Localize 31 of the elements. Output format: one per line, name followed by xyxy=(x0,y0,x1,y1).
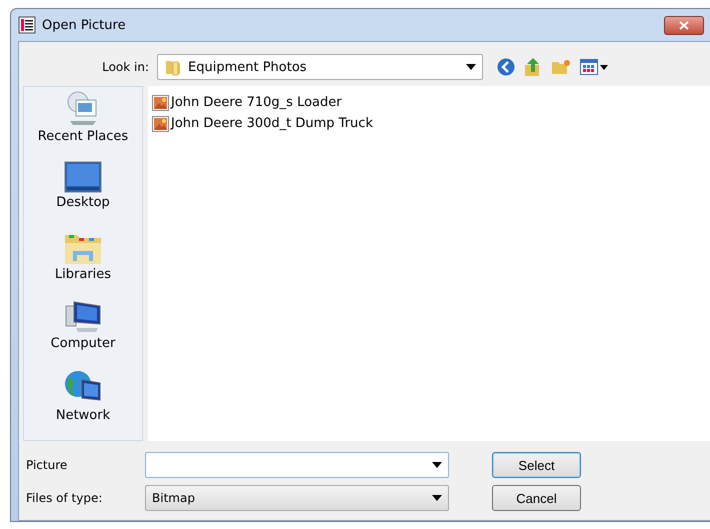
file-type-dropdown[interactable]: Bitmap xyxy=(145,485,449,511)
close-icon xyxy=(679,20,689,30)
place-item[interactable]: Computer xyxy=(50,300,116,370)
picture-field[interactable] xyxy=(145,452,449,478)
desktop-icon xyxy=(64,160,102,193)
place-item[interactable]: Recent Places xyxy=(38,91,128,161)
place-item[interactable]: Libraries xyxy=(54,230,112,300)
file-type-label: Files of type: xyxy=(25,491,104,505)
folder-icon xyxy=(164,58,182,76)
picture-label: Picture xyxy=(25,458,68,472)
view-grid-icon xyxy=(580,59,598,75)
close-button[interactable] xyxy=(664,16,704,34)
computer-icon xyxy=(64,300,102,334)
up-folder-icon[interactable] xyxy=(524,57,542,77)
caret-icon xyxy=(600,64,608,70)
cancel-button[interactable]: Cancel xyxy=(492,485,581,511)
window-title: Open Picture xyxy=(42,18,127,32)
look-in-label: Look in: xyxy=(102,60,149,74)
select-button[interactable]: Select xyxy=(492,452,581,478)
dropdown-caret-icon xyxy=(432,495,442,501)
dropdown-caret-icon xyxy=(466,64,476,70)
app-icon xyxy=(18,16,36,34)
place-item[interactable]: Desktop xyxy=(56,160,110,231)
file-item[interactable]: John Deere 300d_t Dump Truck xyxy=(152,113,373,134)
view-menu-button[interactable] xyxy=(580,59,608,75)
image-file-icon xyxy=(152,116,169,132)
dropdown-caret-icon xyxy=(432,462,442,468)
file-item[interactable]: John Deere 710g_s Loader xyxy=(152,92,342,113)
look-in-dropdown[interactable]: Equipment Photos xyxy=(157,54,483,80)
image-file-icon xyxy=(152,94,169,110)
place-item[interactable]: Network xyxy=(56,370,110,440)
